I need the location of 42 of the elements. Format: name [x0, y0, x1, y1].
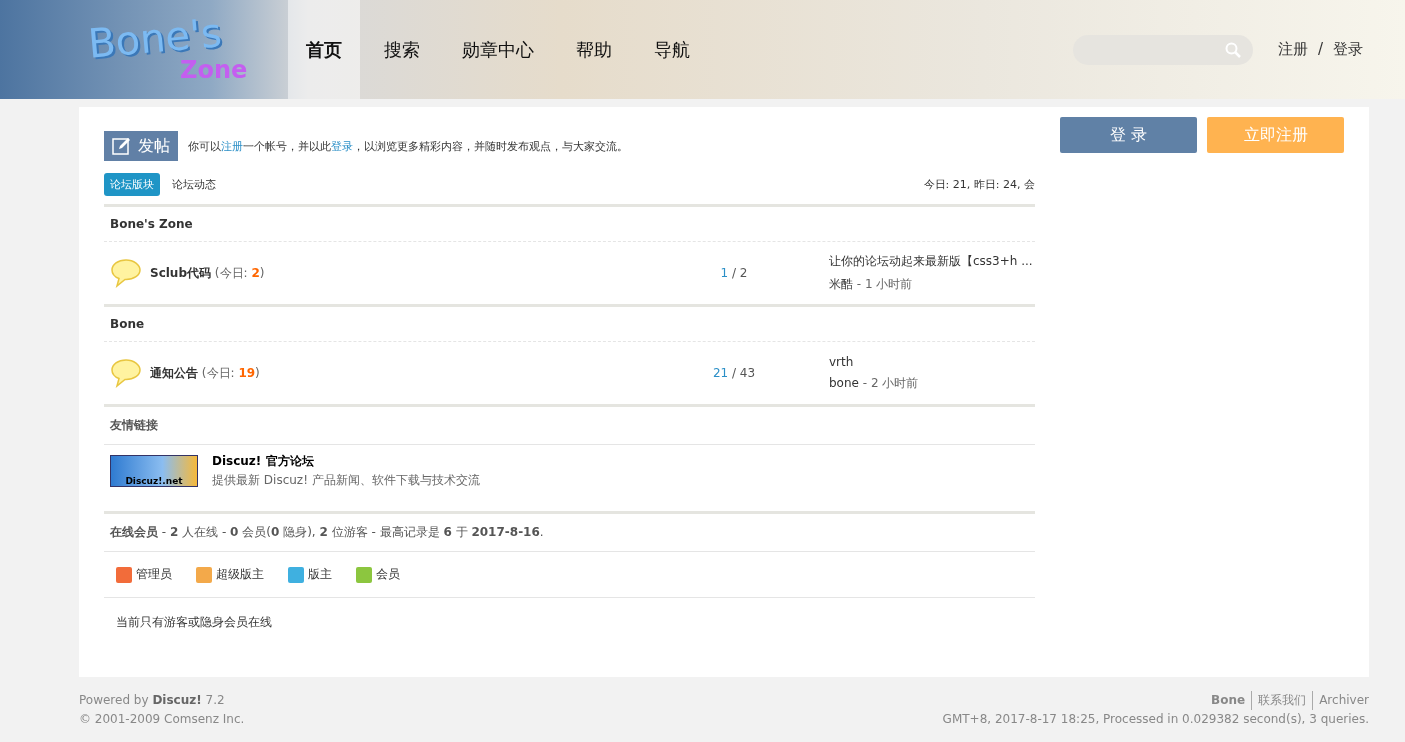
stats-text: 今日: 21, 昨日: 24, 会	[923, 177, 1035, 192]
legend-label: 超级版主	[216, 566, 264, 583]
site-logo[interactable]: Discuz!.net	[110, 455, 198, 487]
register-notice: 你可以注册一个帐号，并以此登录，以浏览更多精彩内容，并随时发布观点，与大家交流。	[188, 138, 628, 154]
powered-by-text: Powered by Discuz! 7.2	[79, 692, 226, 709]
search-icon[interactable]	[1224, 41, 1241, 58]
forum-title[interactable]: 通知公告 (今日: 19)	[150, 364, 260, 382]
nav-item[interactable]: 首页	[288, 0, 360, 99]
online-note: 当前只有游客或隐身会员在线	[115, 614, 273, 631]
nav-item[interactable]: 搜索	[366, 0, 438, 99]
section-title: 友情链接	[104, 404, 1035, 445]
link-title[interactable]: Discuz! 官方论坛	[212, 453, 480, 470]
search-field[interactable]	[1072, 34, 1253, 65]
notice-link[interactable]: 登录	[331, 139, 353, 153]
last-post-meta: bone - 2 小时前	[829, 374, 920, 392]
edit-icon	[112, 136, 132, 156]
last-post-title[interactable]: vrth	[829, 354, 1029, 369]
separator: /	[1317, 40, 1323, 59]
legend-label: 会员	[376, 566, 400, 583]
topic-post-count: 1 / 2	[719, 266, 749, 280]
category-title[interactable]: Bone	[104, 304, 1035, 342]
notice-link[interactable]: 注册	[221, 139, 243, 153]
online-summary: 在线会员 - 2 人在线 - 0 会员(0 隐身), 2 位游客 - 最高记录是 6 于 2017-8-16.	[110, 525, 544, 539]
legend-label: 版主	[308, 566, 332, 583]
nav-item[interactable]: 导航	[636, 0, 708, 99]
post-button[interactable]: 发帖	[104, 131, 178, 161]
speech-bubble-icon	[110, 258, 142, 288]
server-info: GMT+8, 2017-8-17 18:25, Processed in 0.029382 second(s), 3 queries.	[942, 711, 1369, 728]
auth-link[interactable]: 注册	[1277, 40, 1308, 59]
link-description: 提供最新 Discuz! 产品新闻、软件下载与技术交流	[212, 472, 480, 489]
auth-link[interactable]: 登录	[1333, 40, 1363, 59]
forum-title[interactable]: Sclub代码 (今日: 2)	[150, 264, 265, 282]
speech-bubble-icon	[110, 358, 142, 388]
login-button[interactable]: 登 录	[1060, 117, 1197, 153]
copyright-text: © 2001-2009 Comsenz Inc.	[79, 711, 245, 728]
category-title[interactable]: Bone's Zone	[104, 204, 1035, 242]
legend-label: 管理员	[136, 566, 172, 583]
topic-post-count: 21 / 43	[711, 366, 757, 380]
last-post-meta: 米酷 - 1 小时前	[829, 276, 914, 293]
nav-item[interactable]: 帮助	[558, 0, 630, 99]
forum-tab[interactable]: 论坛动态	[166, 173, 222, 196]
nav-item[interactable]: 勋章中心	[444, 0, 552, 99]
